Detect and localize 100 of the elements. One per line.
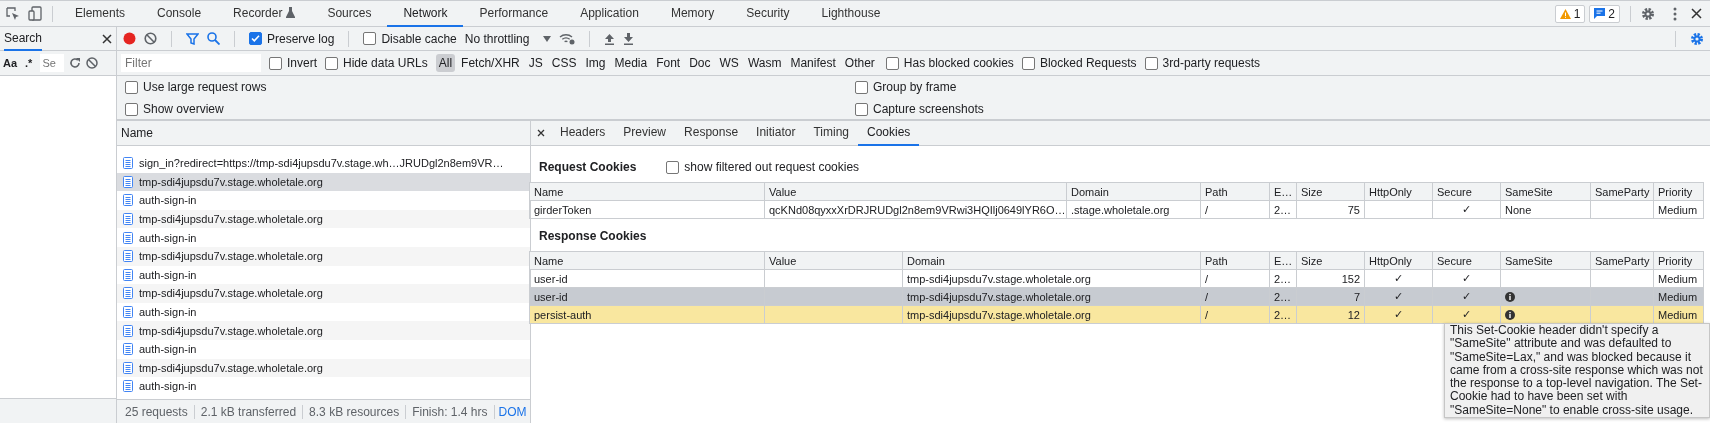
panel-tab[interactable]: Performance — [463, 0, 565, 27]
checkbox[interactable] — [885, 56, 899, 70]
table-cell: Medium — [1654, 288, 1704, 306]
checkbox[interactable] — [325, 56, 338, 70]
column-header[interactable]: Domain — [903, 252, 1201, 270]
settings-icon[interactable] — [1641, 6, 1655, 21]
request-row[interactable]: tmp-sdi4jupsdu7v.stage.wholetale.org — [117, 284, 530, 303]
clear-icon[interactable] — [86, 57, 99, 69]
type-filter[interactable]: Doc — [686, 54, 714, 72]
checkbox[interactable] — [363, 32, 377, 45]
column-header[interactable]: HttpOnly — [1365, 183, 1433, 201]
document-icon — [123, 306, 133, 319]
inspect-icon[interactable] — [6, 6, 20, 21]
type-filter[interactable]: Wasm — [744, 54, 785, 72]
checkbox[interactable] — [125, 80, 138, 94]
panel-tab[interactable]: Lighthouse — [805, 0, 897, 27]
detail-tab[interactable]: Preview — [614, 120, 676, 146]
checkbox[interactable] — [666, 160, 680, 174]
column-header[interactable]: Name — [530, 183, 765, 201]
panel-tab[interactable]: Application — [564, 0, 655, 27]
checkbox[interactable] — [269, 56, 282, 70]
panel-tab[interactable]: Sources — [311, 0, 388, 27]
panel-tab[interactable]: Console — [141, 0, 218, 27]
type-filter[interactable]: Font — [653, 54, 684, 72]
table-cell: persist-auth — [530, 306, 765, 324]
column-header[interactable]: Size — [1297, 252, 1365, 270]
search-icon[interactable] — [207, 32, 220, 45]
settings-icon[interactable] — [1690, 31, 1704, 46]
checkbox-label: Preserve log — [267, 31, 335, 46]
column-header[interactable]: SameSite — [1501, 183, 1591, 201]
type-filter[interactable]: Img — [582, 54, 609, 72]
more-icon[interactable] — [1673, 6, 1677, 21]
query-field[interactable]: Se — [40, 54, 65, 72]
match-case-button[interactable]: Aa — [3, 57, 18, 69]
document-icon — [123, 343, 133, 356]
type-filter[interactable]: Media — [611, 54, 651, 72]
detail-tab[interactable]: Timing — [804, 120, 858, 146]
checkbox[interactable] — [1021, 56, 1035, 70]
refresh-icon[interactable] — [69, 57, 82, 69]
column-header[interactable]: Path — [1201, 183, 1270, 201]
column-header[interactable]: HttpOnly — [1365, 252, 1433, 270]
column-header[interactable]: Path — [1201, 252, 1270, 270]
detail-tab[interactable]: Initiator — [747, 120, 805, 146]
type-filter[interactable]: JS — [525, 54, 546, 72]
close-icon[interactable] — [1691, 8, 1702, 19]
checkbox[interactable] — [855, 102, 868, 116]
column-header[interactable]: Name — [121, 126, 153, 140]
filter-field[interactable]: Filter — [121, 54, 261, 72]
panel-tab[interactable]: Elements — [59, 0, 142, 27]
table-cell: 12 — [1297, 306, 1365, 324]
panel-tab[interactable]: Memory — [654, 0, 731, 27]
column-header[interactable]: Secure — [1433, 183, 1501, 201]
table-cell: 75 — [1297, 201, 1365, 219]
column-header[interactable]: E… — [1270, 183, 1297, 201]
record-icon[interactable] — [123, 32, 136, 45]
type-filter[interactable]: All — [435, 54, 456, 72]
regex-button[interactable]: .* — [22, 57, 36, 69]
detail-tab[interactable]: Headers — [551, 120, 615, 146]
checkbox[interactable] — [125, 102, 138, 116]
detail-tab[interactable]: Cookies — [858, 120, 920, 146]
type-filter[interactable]: WS — [716, 54, 742, 72]
column-header[interactable]: SameParty — [1591, 252, 1654, 270]
column-header[interactable]: Name — [530, 252, 765, 270]
request-row[interactable]: tmp-sdi4jupsdu7v.stage.wholetale.org — [117, 321, 530, 340]
table-cell: tmp-sdi4jupsdu7v.stage.wholetale.org — [903, 306, 1201, 324]
dom-content-loaded-link[interactable]: DOM — [494, 404, 530, 419]
download-icon[interactable] — [623, 32, 635, 45]
clear-icon[interactable] — [144, 32, 157, 45]
type-filter[interactable]: Fetch/XHR — [458, 54, 523, 72]
column-header[interactable]: Priority — [1654, 252, 1704, 270]
tooltip: This Set-Cookie header didn't specify a "SameSite" attribute and was defaulted to "SameSite=Lax," and was blocked because it came from a cross-site response which was not the response to a top-level navigation. The Set-Cookie had to have been set with "SameSite=None" to enable cross-site usage. — [1444, 323, 1710, 419]
type-filter[interactable]: Other — [841, 54, 878, 72]
type-filter[interactable]: Manifest — [787, 54, 839, 72]
table-cell — [1365, 201, 1433, 219]
table-cell: ✓ — [1433, 306, 1501, 324]
close-icon[interactable] — [537, 129, 545, 137]
checkbox[interactable] — [249, 32, 262, 45]
checkbox[interactable] — [855, 80, 868, 94]
network-conditions-icon[interactable] — [559, 32, 576, 45]
column-header[interactable]: Value — [765, 252, 903, 270]
panel-tab[interactable]: Security — [730, 0, 806, 27]
column-header[interactable]: Secure — [1433, 252, 1501, 270]
detail-tab[interactable]: Response — [675, 120, 748, 146]
filter-icon[interactable] — [186, 32, 199, 45]
column-header[interactable]: Domain — [1067, 183, 1201, 201]
column-header[interactable]: Priority — [1654, 183, 1704, 201]
upload-icon[interactable] — [604, 32, 616, 45]
column-header[interactable]: SameSite — [1501, 252, 1591, 270]
issue-badge[interactable]: 1 — [1554, 4, 1586, 23]
issue-badge[interactable]: 2 — [1589, 4, 1620, 23]
close-icon[interactable] — [102, 33, 112, 44]
column-header[interactable]: Value — [765, 183, 1067, 201]
column-header[interactable]: SameParty — [1591, 183, 1654, 201]
column-header[interactable]: E… — [1270, 252, 1297, 270]
panel-tab[interactable]: Recorder — [217, 0, 312, 27]
column-header[interactable]: Size — [1297, 183, 1365, 201]
checkbox[interactable] — [1144, 56, 1158, 70]
type-filter[interactable]: CSS — [548, 54, 580, 72]
device-toolbar-icon[interactable] — [28, 6, 42, 21]
throttling-dropdown[interactable]: No throttling — [464, 31, 552, 46]
